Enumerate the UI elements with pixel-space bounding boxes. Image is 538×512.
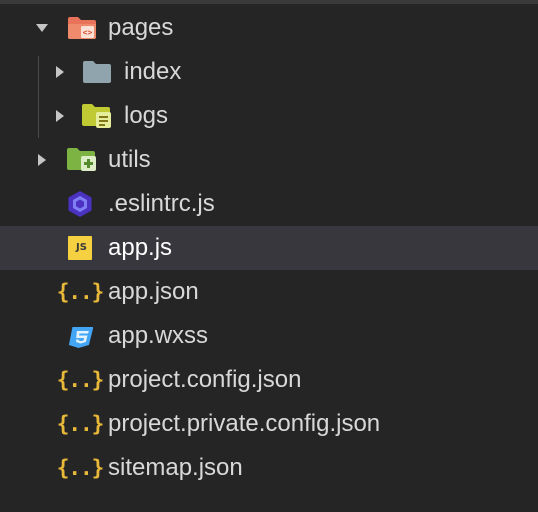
tree-item-label: app.wxss [108, 322, 209, 349]
folder-icon [81, 50, 113, 94]
tree-item-label: .eslintrc.js [108, 190, 215, 217]
js-badge-text: JS [76, 242, 87, 253]
tree-item-utils[interactable]: utils [0, 138, 538, 182]
tree-item-logs[interactable]: logs [0, 94, 538, 138]
css-file-icon [64, 314, 96, 358]
tree-item-project-config-json[interactable]: {..} project.config.json [0, 358, 538, 402]
json-glyph: {..} [56, 412, 105, 436]
tree-item-eslintrc[interactable]: .eslintrc.js [0, 182, 538, 226]
tree-item-label: project.config.json [108, 366, 302, 393]
json-glyph: {..} [56, 368, 105, 392]
eslint-icon [64, 182, 96, 226]
json-glyph: {..} [56, 456, 105, 480]
svg-text:<>: <> [83, 28, 93, 37]
tree-item-sitemap-json[interactable]: {..} sitemap.json [0, 446, 538, 490]
folder-logs-icon [81, 94, 113, 138]
tree-item-label: logs [124, 102, 169, 129]
tree-item-pages[interactable]: <> pages [0, 6, 538, 50]
json-file-icon: {..} [57, 402, 105, 446]
chevron-right-icon[interactable] [53, 50, 67, 94]
tree-item-app-wxss[interactable]: app.wxss [0, 314, 538, 358]
json-file-icon: {..} [57, 270, 105, 314]
tree-item-app-js[interactable]: JS app.js [0, 226, 538, 270]
file-explorer-tree: <> pages index logs utils .eslintrc.js J… [0, 6, 538, 490]
top-divider [0, 0, 538, 4]
tree-item-label: pages [108, 14, 174, 41]
tree-item-label: project.private.config.json [108, 410, 381, 437]
json-file-icon: {..} [57, 358, 105, 402]
tree-item-label: utils [108, 146, 151, 173]
folder-pages-open-icon: <> [66, 6, 98, 50]
tree-item-project-private-config-json[interactable]: {..} project.private.config.json [0, 402, 538, 446]
chevron-down-icon[interactable] [35, 6, 49, 50]
tree-item-index[interactable]: index [0, 50, 538, 94]
chevron-right-icon[interactable] [35, 138, 49, 182]
tree-item-label: sitemap.json [108, 454, 243, 481]
tree-item-label: app.json [108, 278, 199, 305]
tree-item-label: index [124, 58, 182, 85]
tree-item-app-json[interactable]: {..} app.json [0, 270, 538, 314]
js-file-icon: JS [64, 226, 96, 270]
json-glyph: {..} [56, 280, 105, 304]
tree-item-label: app.js [108, 234, 173, 261]
chevron-right-icon[interactable] [53, 94, 67, 138]
folder-utils-icon [66, 138, 98, 182]
json-file-icon: {..} [57, 446, 105, 490]
